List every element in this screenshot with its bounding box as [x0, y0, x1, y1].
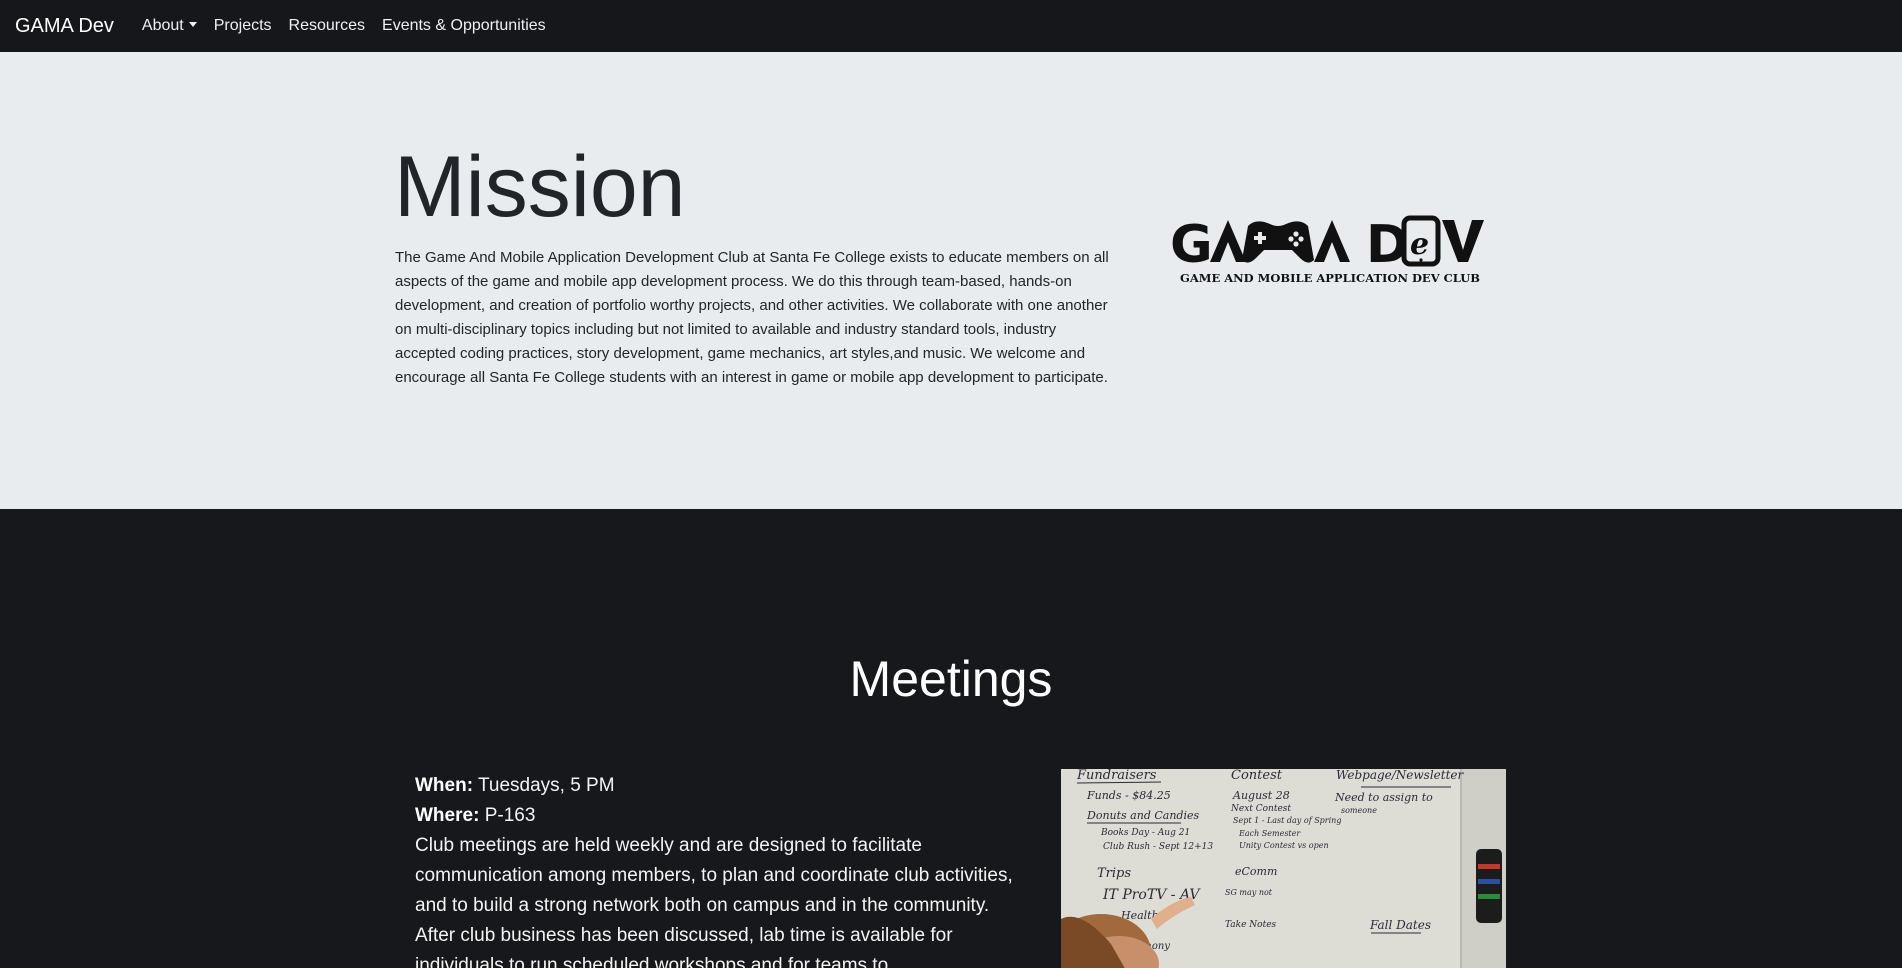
when-value: Tuesdays, 5 PM [477, 775, 615, 796]
note-7: Next Contest [1230, 804, 1291, 814]
nav-about-label: About [141, 17, 184, 34]
note-11: Club Rush - Sept 12+13 [1103, 842, 1213, 852]
note-18: SG may not [1225, 888, 1273, 897]
gama-dev-logo: G D e GAME AND MOBILE APPLICATION DEV CL… [1170, 212, 1490, 292]
note-0: Fundraisers [1076, 769, 1157, 783]
note-10: Sept 1 - Last day of Spring [1233, 816, 1341, 825]
note-15: eComm [1235, 865, 1277, 878]
note-6: Donuts and Candies [1086, 809, 1199, 822]
meeting-where: Where: P-163 [415, 801, 1015, 831]
note-1: Contest [1231, 769, 1283, 783]
note-14: Trips [1097, 866, 1131, 881]
svg-text:e: e [1410, 227, 1429, 262]
navbar: GAMA Dev About Projects Resources Events… [0, 0, 1902, 52]
caret-down-icon [188, 21, 197, 27]
where-label: Where: [415, 805, 480, 826]
whiteboard-photo: Fundraisers Contest Webpage/Newsletter F… [1061, 769, 1506, 968]
note-8: someone [1341, 806, 1377, 815]
brand-link[interactable]: GAMA Dev [15, 15, 114, 38]
meetings-description: Club meetings are held weekly and are de… [415, 835, 1013, 968]
meetings-title: Meetings [849, 651, 1053, 707]
nav-about-dropdown[interactable]: About [142, 17, 197, 35]
when-label: When: [415, 775, 474, 796]
nav-projects-link[interactable]: Projects [214, 17, 272, 35]
logo-tagline: GAME AND MOBILE APPLICATION DEV CLUB [1180, 271, 1480, 285]
gama-dev-logo-graphic: G D e GAME AND MOBILE APPLICATION DEV CL… [1170, 215, 1484, 285]
mission-text: The Game And Mobile Application Developm… [395, 249, 1109, 386]
note-2: Webpage/Newsletter [1336, 769, 1465, 782]
meetings-info: When: Tuesdays, 5 PM Where: P-163 Club m… [415, 771, 1015, 968]
meeting-when: When: Tuesdays, 5 PM [415, 771, 1015, 801]
mission-section: Mission The Game And Mobile Application … [0, 52, 1902, 509]
note-13: Unity Contest vs open [1239, 841, 1329, 850]
svg-text:G: G [1170, 215, 1213, 275]
where-value: P-163 [484, 805, 536, 826]
mission-title: Mission [394, 139, 686, 235]
note-12: Each Semester [1238, 829, 1301, 838]
note-19: Fall Dates [1369, 918, 1431, 932]
meetings-section: Meetings When: Tuesdays, 5 PM Where: P-1… [0, 509, 1902, 968]
note-5: Need to assign to [1334, 791, 1433, 804]
note-20: Take Notes [1225, 920, 1277, 930]
note-9: Books Day - Aug 21 [1100, 828, 1190, 838]
nav-events-link[interactable]: Events & Opportunities [382, 17, 546, 35]
note-3: Funds - $84.25 [1086, 789, 1171, 802]
note-4: August 28 [1232, 789, 1290, 802]
whiteboard-photo-graphic: Fundraisers Contest Webpage/Newsletter F… [1061, 769, 1506, 968]
nav-resources-link[interactable]: Resources [289, 17, 365, 35]
